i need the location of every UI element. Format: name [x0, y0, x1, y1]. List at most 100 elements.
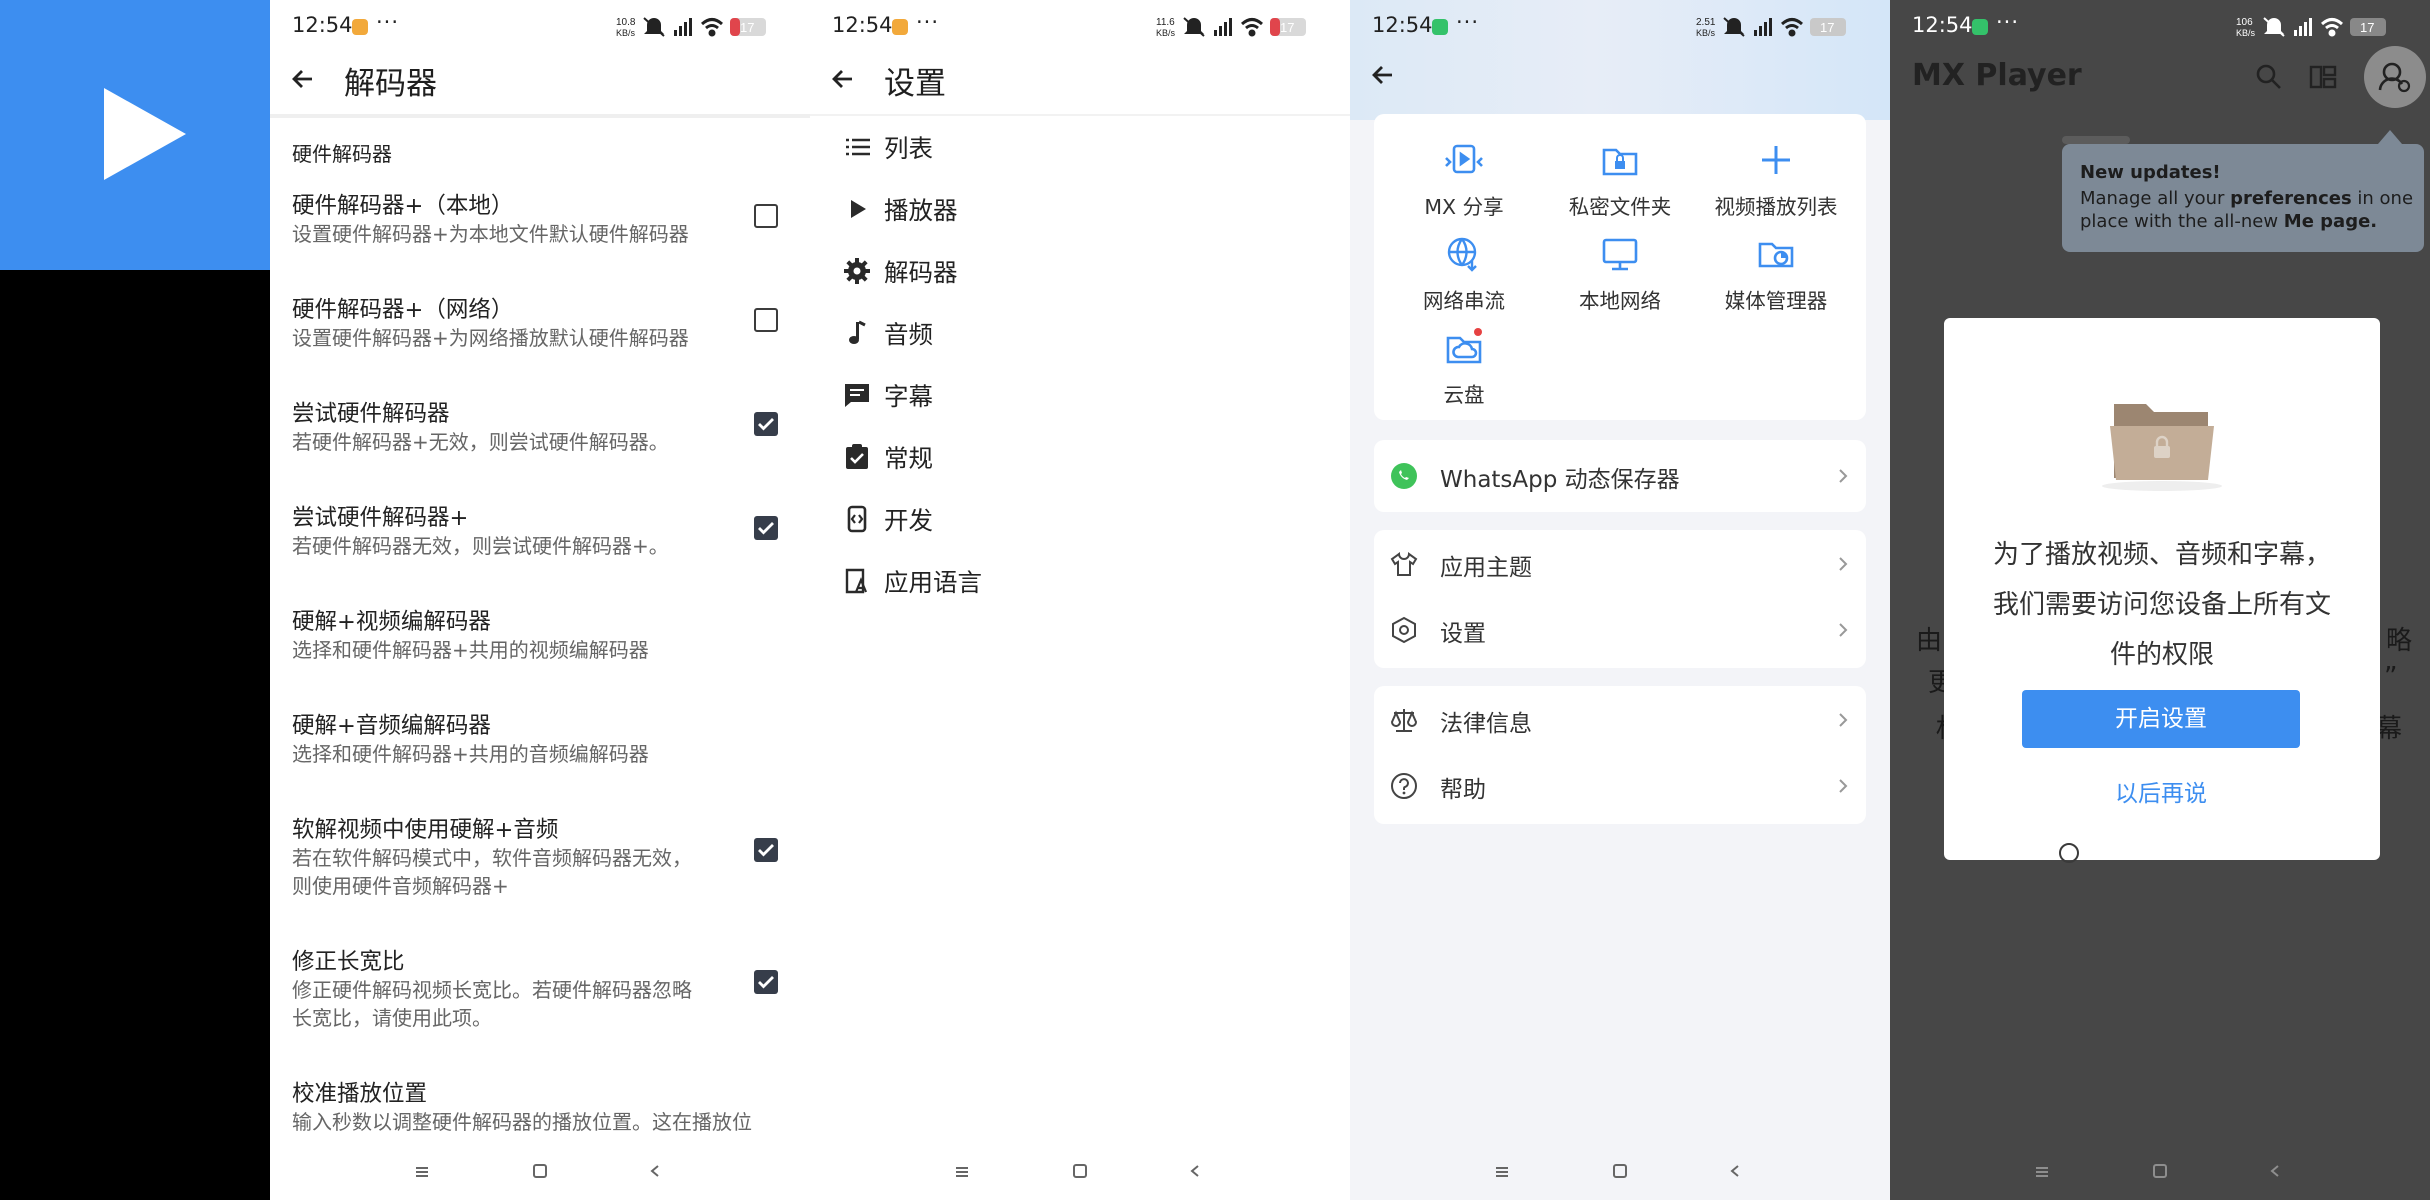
open-settings-button[interactable]: 开启设置 — [2022, 690, 2300, 748]
me-page-button[interactable] — [2364, 46, 2426, 108]
background-text: 略 — [2386, 626, 2413, 656]
chevron-right-icon — [1839, 713, 1848, 727]
list-row-app-theme[interactable]: 应用主题 — [1374, 530, 1866, 596]
back-arrow-icon[interactable] — [1366, 58, 1400, 92]
me-screen: 12:54 ··· 2.51 KB/s 17 MX 分享 私密文件夹 视频播放列… — [1350, 0, 1890, 1200]
navigation-bar — [2036, 1164, 2279, 1178]
status-bar: 12:54 ··· 2.51 KB/s 17 — [1350, 0, 1890, 54]
list-row-settings[interactable]: 设置 — [1374, 596, 1866, 662]
settings-item[interactable]: 音频 — [810, 302, 1350, 364]
chevron-right-icon — [1839, 469, 1848, 483]
grid-label: MX 分享 — [1424, 195, 1504, 219]
subtitle-icon — [845, 384, 869, 407]
more-notifications-icon: ··· — [1456, 10, 1480, 34]
search-icon[interactable] — [2254, 62, 2284, 92]
grid-item-private-folder[interactable]: 私密文件夹 — [1540, 138, 1700, 220]
play-icon — [851, 200, 866, 218]
setting-description: 修正硬件解码视频长宽比。若硬件解码器忽略 — [292, 978, 692, 1002]
status-icons: 2.51 KB/s 17 — [1696, 17, 1846, 38]
settings-hex-icon — [1392, 616, 1416, 644]
setting-title: 硬件解码器+（网络） — [292, 297, 514, 323]
checkbox[interactable] — [754, 970, 778, 994]
svg-text:17: 17 — [1820, 20, 1834, 35]
grid-item-cloud[interactable]: 云盘 — [1384, 326, 1544, 408]
settings-item[interactable]: 开发 — [810, 488, 1350, 550]
svg-text:11.6: 11.6 — [1156, 17, 1175, 28]
settings-item[interactable]: 播放器 — [810, 178, 1350, 240]
setting-title: 校准播放位置 — [292, 1081, 428, 1107]
navigation-bar — [416, 1164, 659, 1178]
status-bar: 12:54 ··· 11.6 KB/s 17 — [810, 0, 1350, 54]
svg-text:KB/s: KB/s — [616, 28, 636, 38]
media-manager-icon — [1758, 242, 1794, 268]
grid-item-media-manager[interactable]: 媒体管理器 — [1696, 232, 1856, 314]
setting-title: 硬解+音频编解码器 — [292, 713, 491, 739]
checkbox[interactable] — [754, 412, 778, 436]
grid-item-network-stream[interactable]: 网络串流 — [1384, 232, 1544, 314]
help-icon — [1391, 773, 1417, 799]
divider — [270, 114, 810, 118]
chevron-right-icon — [1839, 557, 1848, 571]
folder-illustration — [2102, 404, 2222, 491]
setting-description: 输入秒数以调整硬件解码器的播放位置。这在播放位 — [292, 1110, 752, 1134]
whatsapp-card[interactable]: WhatsApp 动态保存器 — [1374, 440, 1866, 512]
list-row-legal[interactable]: 法律信息 — [1374, 686, 1866, 752]
checkbox[interactable] — [754, 516, 778, 540]
settings-item-label: 常规 — [884, 444, 933, 473]
status-icons: 11.6 KB/s 17 — [1156, 17, 1306, 38]
svg-text:106: 106 — [2236, 17, 2253, 28]
faded-icon — [2059, 843, 2079, 863]
checkbox[interactable] — [754, 838, 778, 862]
more-notifications-icon: ··· — [1996, 10, 2020, 34]
settings-item[interactable]: 应用语言 — [810, 550, 1350, 612]
cloud-icon — [1446, 328, 1482, 364]
chevron-right-icon — [1839, 623, 1848, 637]
notification-badge — [892, 19, 908, 35]
settings-item[interactable]: 字幕 — [810, 364, 1350, 426]
status-icons: 10.8 KB/s 17 — [616, 17, 766, 38]
info-card: 法律信息 帮助 — [1374, 686, 1866, 824]
grid-item-mx-share[interactable]: MX 分享 — [1384, 138, 1544, 220]
checkbox[interactable] — [754, 204, 778, 228]
later-button[interactable]: 以后再说 — [2022, 774, 2300, 814]
settings-item-label: 列表 — [884, 134, 933, 163]
play-icon — [104, 88, 186, 180]
app-tile[interactable] — [0, 0, 270, 270]
grid-item-local-network[interactable]: 本地网络 — [1540, 232, 1700, 314]
list-label: 帮助 — [1440, 777, 1486, 803]
status-time: 12:54 — [1912, 13, 1973, 37]
navigation-bar — [1496, 1164, 1739, 1178]
grid-item-video-playlist[interactable]: 视频播放列表 — [1696, 138, 1856, 220]
section-header: 硬件解码器 — [292, 142, 392, 166]
list-row-help[interactable]: 帮助 — [1374, 752, 1866, 818]
svg-text:KB/s: KB/s — [1156, 28, 1176, 38]
settings-item-label: 解码器 — [884, 258, 958, 287]
check-icon — [758, 418, 774, 431]
back-arrow-icon[interactable] — [826, 62, 860, 96]
whatsapp-label: WhatsApp 动态保存器 — [1440, 467, 1680, 493]
back-arrow-icon[interactable] — [286, 62, 320, 96]
settings-screen: 12:54 ··· 11.6 KB/s 17 设置 列表 播放器 解码器 音频 字幕 常规… — [810, 0, 1350, 1200]
settings-item[interactable]: 解码器 — [810, 240, 1350, 302]
updates-tooltip[interactable]: New updates! Manage all your preferences… — [2062, 144, 2424, 252]
settings-item[interactable]: 常规 — [810, 426, 1350, 488]
checkbox[interactable] — [754, 308, 778, 332]
status-icons: 106 KB/s 17 — [2236, 17, 2386, 38]
preferences-card: 应用主题 设置 — [1374, 530, 1866, 668]
setting-title: 修正长宽比 — [292, 949, 405, 975]
status-time: 12:54 — [832, 13, 893, 37]
settings-item-label: 播放器 — [884, 196, 958, 225]
more-notifications-icon: ··· — [376, 10, 400, 34]
nav-back-icon — [650, 1165, 659, 1177]
setting-description: 设置硬件解码器+为网络播放默认硬件解码器 — [292, 326, 689, 350]
settings-item[interactable]: 列表 — [810, 116, 1350, 178]
setting-title: 软解视频中使用硬解+音频 — [292, 817, 559, 843]
gear-icon — [844, 258, 870, 284]
layout-icon[interactable] — [2308, 62, 2338, 92]
app-title: MX Player — [1912, 58, 2082, 93]
svg-text:KB/s: KB/s — [1696, 28, 1716, 38]
list-label: 设置 — [1440, 621, 1486, 647]
recents-icon — [416, 1167, 428, 1177]
list-label: 法律信息 — [1440, 711, 1532, 737]
clipboard-check-icon — [846, 444, 868, 469]
